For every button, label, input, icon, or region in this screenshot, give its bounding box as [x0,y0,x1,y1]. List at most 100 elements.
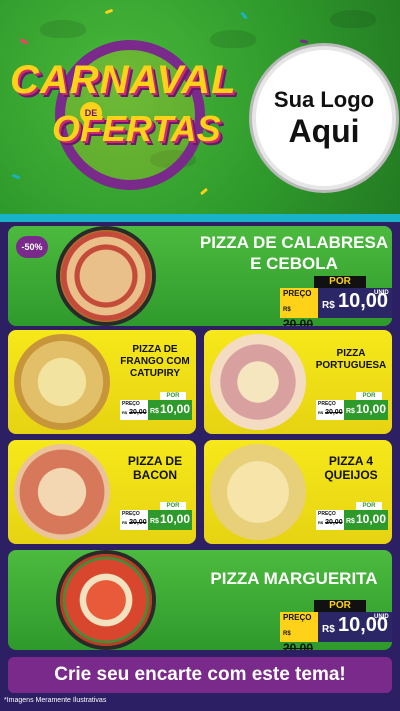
new-price-box: R$ 10,00 UNID [318,612,392,642]
product-name: PIZZA DE BACON [116,454,194,482]
confetti [240,11,248,20]
product-card-portuguesa[interactable]: PIZZA PORTUGUESA POR PREÇO R$ 20,00 R$ 1… [204,330,392,434]
preco-label: PREÇO [318,401,336,407]
carnival-mask-icon [210,30,256,48]
old-price-value: 20,00 [129,409,147,416]
pizza-portuguesa-image [210,334,306,430]
preco-label: PREÇO [283,613,312,622]
unit-label: UNID [374,290,389,296]
old-price: R$ 20,00 [120,408,148,418]
flyer: CARNAVAL DE OFERTAS Sua Logo Aqui -50% P… [0,0,400,711]
old-price-value: 20,00 [283,641,314,650]
price-value: 10,00 [356,402,387,416]
old-currency: R$ [318,520,324,525]
price-value: 10,00 [356,512,387,526]
currency: R$ [346,518,355,525]
old-price-value: 20,00 [283,317,314,326]
logo-placeholder[interactable]: Sua Logo Aqui [252,46,396,190]
price-por-label: POR [314,600,366,612]
pizza-calabresa-image [60,230,152,322]
disclaimer-text: *Imagens Meramente Ilustrativas [4,697,107,704]
product-name: PIZZA PORTUGUESA [312,348,390,372]
currency: R$ [150,408,159,415]
title-line2: OFERTAS [52,108,221,149]
old-price-box: PREÇO R$ 20,00 [120,400,148,420]
name-line: PIZZA [336,348,366,359]
currency: R$ [322,624,335,635]
preco-label: PREÇO [122,401,140,407]
preco-label: PREÇO [283,289,312,298]
product-card-4queijos[interactable]: PIZZA 4 QUEIJOS POR PREÇO R$ 20,00 R$ 10… [204,440,392,544]
price-value: 10,00 [160,512,191,526]
product-name: PIZZA 4 QUEIJOS [312,454,390,482]
old-price: R$ 20,00 [280,300,318,326]
product-card-frango[interactable]: PIZZA DE FRANGO COM CATUPIRY POR PREÇO R… [8,330,196,434]
unit-label: UNID [374,614,389,620]
name-line: PIZZA 4 [328,454,374,468]
old-currency: R$ [283,307,291,313]
confetti [299,39,309,44]
old-currency: R$ [122,410,128,415]
preco-label: PREÇO [122,511,140,517]
product-card-marguerita[interactable]: PIZZA MARGUERITA POR PREÇO R$ 20,00 R$ 1… [8,550,392,650]
confetti [104,8,114,15]
name-line: PIZZA DE [127,454,183,468]
old-price: R$ 20,00 [316,518,344,528]
name-line: QUEIJOS [324,468,378,482]
price-value: 10,00 [160,402,191,416]
old-price-value: 20,00 [325,519,343,526]
new-price-box: R$ 10,00 [148,510,192,530]
confetti [19,38,29,45]
pizza-frango-image [14,334,110,430]
old-price-box: PREÇO R$ 20,00 [280,612,318,650]
divider-band [0,214,400,222]
pizza-4queijos-image [210,444,306,540]
featured-name-line2: E CEBOLA [250,254,338,273]
name-line: CATUPIRY [130,368,180,379]
price-por-label: POR [314,276,366,288]
carnival-mask-icon [330,10,376,28]
logo-text-line2: Aqui [288,113,360,149]
currency: R$ [346,408,355,415]
old-currency: R$ [318,410,324,415]
old-price: R$ 20,00 [280,624,318,650]
confetti [199,187,209,196]
currency: R$ [150,518,159,525]
featured-name-line1: PIZZA DE CALABRESA [199,233,389,252]
old-price: R$ 20,00 [316,408,344,418]
old-price-box: PREÇO R$ 20,00 [280,288,318,326]
name-line: FRANGO COM [120,356,190,367]
currency: R$ [322,300,335,311]
new-price-box: R$ 10,00 [344,510,388,530]
carnival-mask-icon [40,20,86,38]
new-price-box: R$ 10,00 [344,400,388,420]
new-price-box: R$ 10,00 UNID [318,288,392,318]
old-price-box: PREÇO R$ 20,00 [316,510,344,530]
old-price-value: 20,00 [129,519,147,526]
title-line1: CARNAVAL [10,58,237,102]
name-line: PIZZA DE [132,344,178,355]
featured-product-card[interactable]: -50% PIZZA DE CALABRESA E CEBOLA POR PRE… [8,226,392,326]
header-banner: CARNAVAL DE OFERTAS Sua Logo Aqui [0,0,400,214]
old-price-value: 20,00 [325,409,343,416]
product-card-bacon[interactable]: PIZZA DE BACON POR PREÇO R$ 20,00 R$ 10,… [8,440,196,544]
preco-label: PREÇO [318,511,336,517]
pizza-bacon-image [14,444,110,540]
pizza-marguerita-image [60,554,152,646]
confetti [11,173,21,180]
product-name: PIZZA MARGUERITA [210,569,378,588]
logo-text-line1: Sua Logo [273,87,375,112]
old-price-box: PREÇO R$ 20,00 [316,400,344,420]
name-line: BACON [133,468,177,482]
name-line: PORTUGUESA [315,360,387,371]
cta-banner[interactable]: Crie seu encarte com este tema! [8,657,392,693]
old-price: R$ 20,00 [120,518,148,528]
discount-badge: -50% [16,236,48,258]
promo-title: CARNAVAL DE OFERTAS [10,58,240,168]
featured-product-name: PIZZA DE CALABRESA E CEBOLA [196,232,392,274]
old-price-box: PREÇO R$ 20,00 [120,510,148,530]
new-price-box: R$ 10,00 [148,400,192,420]
product-name: PIZZA DE FRANGO COM CATUPIRY [116,344,194,380]
old-currency: R$ [122,520,128,525]
old-currency: R$ [283,631,291,637]
